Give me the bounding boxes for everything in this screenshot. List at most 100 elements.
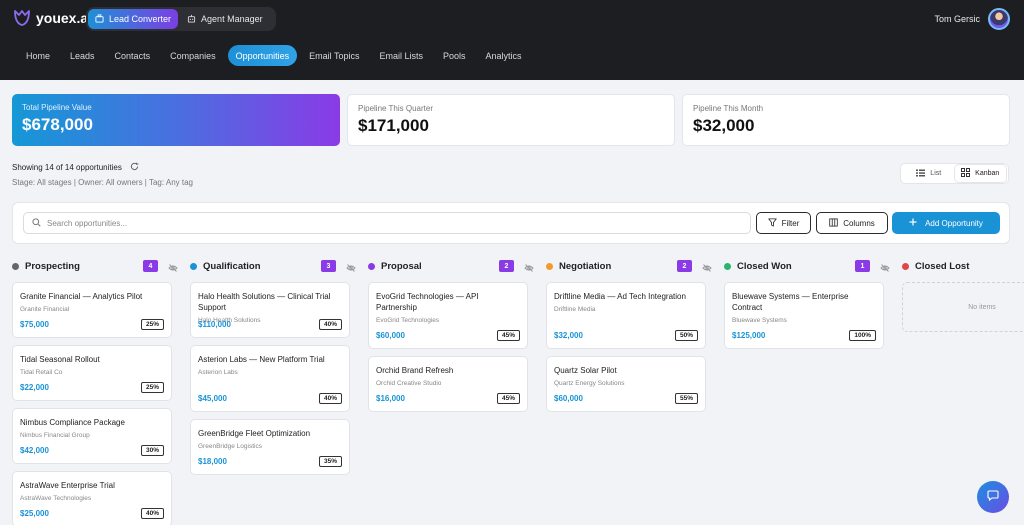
- opportunity-card[interactable]: Halo Health Solutions — Clinical Trial S…: [190, 282, 350, 338]
- active-filters: Stage: All stages | Owner: All owners | …: [12, 178, 193, 187]
- opportunity-card[interactable]: GreenBridge Fleet Optimization GreenBridg…: [190, 419, 350, 475]
- briefcase-icon: [95, 13, 104, 25]
- stage-dot-icon: [368, 262, 375, 270]
- card-title: Granite Financial — Analytics Pilot: [20, 292, 143, 301]
- column-title: Closed Lost: [915, 260, 970, 272]
- card-value: $18,000: [198, 457, 227, 466]
- columns-button[interactable]: Columns: [816, 212, 888, 234]
- plus-icon: [909, 218, 917, 228]
- column-title: Negotiation: [559, 260, 612, 272]
- eye-off-icon[interactable]: [168, 260, 178, 278]
- columns-icon: [829, 217, 838, 229]
- filter-button[interactable]: Filter: [756, 212, 811, 234]
- stage-dot-icon: [12, 262, 19, 270]
- search-input[interactable]: [47, 218, 727, 228]
- nav-contacts[interactable]: Contacts: [107, 45, 159, 66]
- columns-label: Columns: [843, 218, 875, 228]
- chat-button[interactable]: [977, 481, 1009, 513]
- opportunity-card[interactable]: Granite Financial — Analytics Pilot Grani…: [12, 282, 172, 338]
- card-value: $45,000: [198, 394, 227, 403]
- opportunity-card[interactable]: EvoGrid Technologies — API Partnership Ev…: [368, 282, 528, 349]
- column-header: Qualification 3: [190, 258, 358, 274]
- filter-label: Filter: [781, 218, 800, 228]
- eye-off-icon[interactable]: [880, 260, 890, 278]
- probability-badge: 55%: [674, 393, 698, 404]
- agent-manager-button[interactable]: Agent Manager: [180, 9, 270, 29]
- nav-opportunities[interactable]: Opportunities: [227, 45, 298, 66]
- card-value: $75,000: [20, 320, 49, 329]
- opportunity-card[interactable]: AstraWave Enterprise Trial AstraWave Tech…: [12, 471, 172, 525]
- probability-badge: 25%: [140, 382, 164, 393]
- column-qualification: Qualification 3 Halo Health Solutions — Cl…: [190, 258, 358, 475]
- nav-companies[interactable]: Companies: [162, 45, 224, 66]
- card-company: EvoGrid Technologies: [376, 317, 440, 324]
- kanban-view-button[interactable]: Kanban: [954, 165, 1006, 182]
- opportunity-card[interactable]: Orchid Brand Refresh Orchid Creative Stud…: [368, 356, 528, 412]
- tulip-logo-icon: [12, 8, 32, 28]
- column-proposal: Proposal 2 EvoGrid Technologies — API Part…: [368, 258, 536, 412]
- card-company: Nimbus Financial Group: [20, 432, 90, 439]
- opportunity-card[interactable]: Tidal Seasonal Rollout Tidal Retail Co $22…: [12, 345, 172, 401]
- column-closed-won: Closed Won 1 Bluewave Systems — Enterprise…: [724, 258, 892, 349]
- card-title: Quartz Solar Pilot: [554, 366, 617, 375]
- opportunity-card[interactable]: Bluewave Systems — Enterprise Contract Bl…: [724, 282, 884, 349]
- count-badge: 1: [855, 260, 870, 272]
- card-value: $125,000: [732, 331, 766, 340]
- count-badge: 3: [321, 260, 336, 272]
- nav-pools[interactable]: Pools: [435, 45, 474, 66]
- column-header: Closed Lost: [902, 258, 1024, 274]
- nav-email-topics[interactable]: Email Topics: [301, 45, 367, 66]
- opportunity-card[interactable]: Asterion Labs — New Platform Trial Asteri…: [190, 345, 350, 412]
- refresh-icon[interactable]: [130, 162, 139, 173]
- user-menu[interactable]: Tom Gersic: [934, 8, 1010, 30]
- probability-badge: 100%: [849, 330, 876, 341]
- nav-home[interactable]: Home: [18, 45, 58, 66]
- column-title: Prospecting: [25, 260, 80, 272]
- stat-label: Total Pipeline Value: [22, 103, 92, 112]
- nav-analytics[interactable]: Analytics: [478, 45, 530, 66]
- grid-icon: [961, 168, 971, 179]
- opportunity-card[interactable]: Driftline Media — Ad Tech Integration Dri…: [546, 282, 706, 349]
- kanban-view-label: Kanban: [975, 170, 1000, 177]
- card-value: $42,000: [20, 446, 49, 455]
- chat-bubble-icon: [987, 488, 999, 506]
- agent-manager-label: Agent Manager: [201, 14, 263, 24]
- column-title: Closed Won: [737, 260, 792, 272]
- logo[interactable]: youex.ai: [12, 8, 92, 28]
- lead-converter-label: Lead Converter: [109, 14, 172, 24]
- search-box[interactable]: [23, 212, 751, 234]
- avatar[interactable]: [988, 8, 1010, 30]
- stat-value: $32,000: [693, 116, 755, 135]
- card-value: $60,000: [554, 394, 583, 403]
- list-view-button[interactable]: List: [903, 165, 955, 182]
- card-company: AstraWave Technologies: [20, 495, 92, 502]
- eye-off-icon[interactable]: [524, 260, 534, 278]
- top-bar: youex.ai Lead Converter Agent Manager To…: [0, 0, 1024, 80]
- eye-off-icon[interactable]: [346, 260, 356, 278]
- add-opportunity-button[interactable]: Add Opportunity: [892, 212, 1000, 234]
- card-value: $16,000: [376, 394, 405, 403]
- probability-badge: 40%: [318, 393, 342, 404]
- probability-badge: 40%: [318, 319, 342, 330]
- card-title: Driftline Media — Ad Tech Integration: [554, 292, 686, 301]
- card-company: Driftline Media: [554, 306, 596, 313]
- opportunity-card[interactable]: Quartz Solar Pilot Quartz Energy Solution…: [546, 356, 706, 412]
- card-title: Asterion Labs — New Platform Trial: [198, 355, 325, 364]
- stat-pipeline-month: Pipeline This Month $32,000: [682, 94, 1010, 146]
- probability-badge: 30%: [140, 445, 164, 456]
- eye-off-icon[interactable]: [702, 260, 712, 278]
- add-opportunity-label: Add Opportunity: [925, 218, 983, 228]
- stat-total-pipeline: Total Pipeline Value $678,000: [12, 94, 340, 146]
- nav-email-lists[interactable]: Email Lists: [372, 45, 432, 66]
- opportunity-card[interactable]: Nimbus Compliance Package Nimbus Financia…: [12, 408, 172, 464]
- app-switcher: Lead Converter Agent Manager: [86, 7, 276, 31]
- card-title: Bluewave Systems — Enterprise Contract: [732, 292, 849, 312]
- search-icon: [32, 214, 41, 232]
- probability-badge: 50%: [674, 330, 698, 341]
- column-header: Closed Won 1: [724, 258, 892, 274]
- stat-label: Pipeline This Month: [693, 104, 764, 113]
- list-icon: [916, 169, 926, 179]
- count-badge: 4: [143, 260, 158, 272]
- lead-converter-button[interactable]: Lead Converter: [88, 9, 179, 29]
- nav-leads[interactable]: Leads: [62, 45, 103, 66]
